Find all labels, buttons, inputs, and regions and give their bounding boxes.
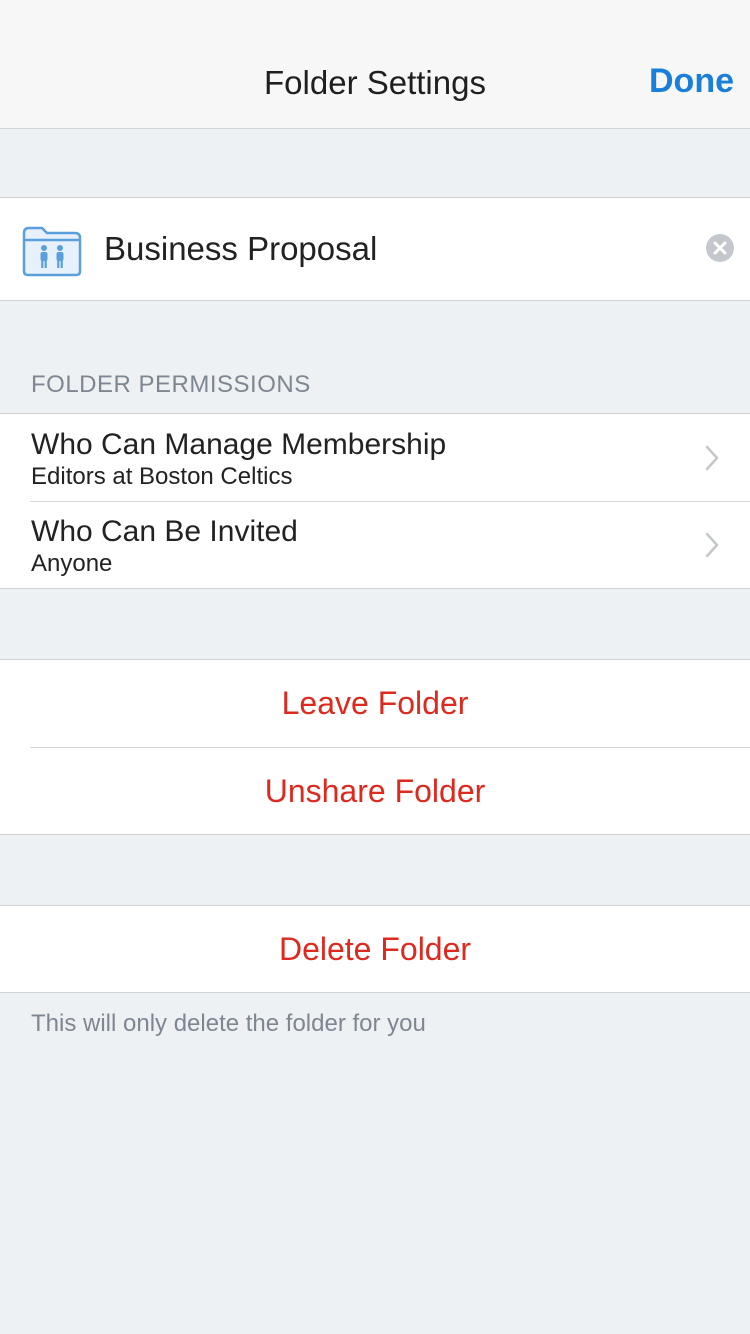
unshare-folder-button[interactable]: Unshare Folder (0, 748, 750, 835)
folder-name-row[interactable]: Business Proposal (0, 197, 750, 301)
delete-footnote: This will only delete the folder for you (31, 1010, 426, 1037)
permission-row-manage-membership[interactable]: Who Can Manage Membership Editors at Bos… (0, 414, 750, 501)
folder-name-input[interactable]: Business Proposal (104, 230, 377, 268)
clear-icon[interactable] (705, 233, 735, 263)
chevron-right-icon (705, 532, 719, 558)
permission-title: Who Can Manage Membership (31, 428, 447, 461)
chevron-right-icon (705, 445, 719, 471)
shared-folder-icon (22, 226, 82, 277)
permissions-group: Who Can Manage Membership Editors at Bos… (0, 413, 750, 589)
permission-row-who-can-be-invited[interactable]: Who Can Be Invited Anyone (0, 501, 750, 588)
page-title: Folder Settings (264, 64, 486, 101)
done-button[interactable]: Done (649, 62, 734, 101)
permission-value: Editors at Boston Celtics (31, 463, 293, 490)
leave-folder-button[interactable]: Leave Folder (0, 660, 750, 747)
delete-folder-button[interactable]: Delete Folder (0, 906, 750, 993)
permission-value: Anyone (31, 550, 113, 577)
navigation-bar: Folder Settings Done (0, 0, 750, 129)
delete-group: Delete Folder (0, 905, 750, 993)
permission-title: Who Can Be Invited (31, 515, 298, 548)
folder-actions-group: Leave Folder Unshare Folder (0, 659, 750, 835)
section-header-permissions: FOLDER PERMISSIONS (31, 371, 311, 398)
